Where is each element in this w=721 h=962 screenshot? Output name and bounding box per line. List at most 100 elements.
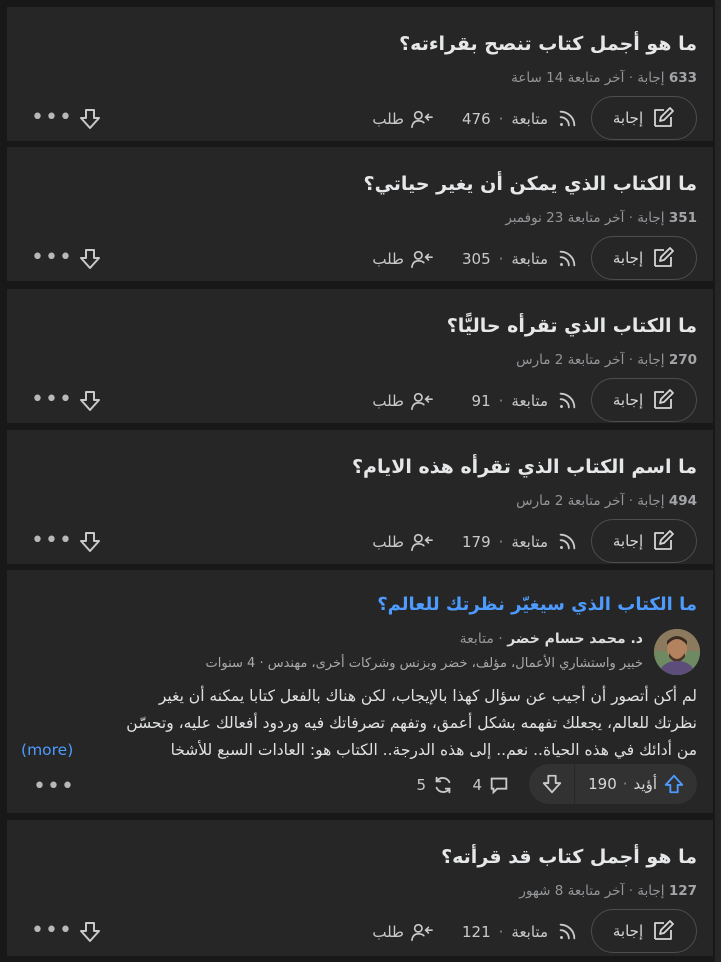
- follow-count: 179: [461, 533, 491, 551]
- request-label: طلب: [372, 250, 404, 268]
- last-follow: آخر متابعة 8 شهور: [519, 883, 625, 899]
- pencil-square-icon: [651, 388, 675, 412]
- answers-count[interactable]: 351: [669, 210, 697, 226]
- share-loop-icon: [432, 774, 454, 796]
- question-meta: 351 إجابة · آخر متابعة 23 نوفمبر: [505, 210, 697, 226]
- user-plus-icon: [410, 921, 434, 943]
- last-follow: آخر متابعة 23 نوفمبر: [505, 210, 625, 226]
- follow-label: متابعة: [511, 533, 548, 551]
- rss-icon: [556, 248, 578, 270]
- ellipsis-icon: •••: [31, 918, 73, 943]
- avatar[interactable]: [654, 629, 700, 675]
- comment-count: 4: [472, 776, 482, 794]
- user-plus-icon: [410, 108, 434, 130]
- question-title[interactable]: ما الكتاب الذي يمكن أن يغير حياتي؟: [364, 171, 697, 197]
- last-follow: آخر متابعة 2 مارس: [516, 493, 625, 509]
- arrow-down-icon: [78, 389, 102, 413]
- answers-label[interactable]: إجابة: [637, 883, 664, 899]
- follow-button[interactable]: متابعة · 476: [462, 108, 578, 130]
- rss-icon: [556, 390, 578, 412]
- downvote-button[interactable]: [77, 106, 103, 132]
- answers-count[interactable]: 494: [669, 493, 697, 509]
- more-options-button[interactable]: •••: [31, 107, 73, 129]
- answer-label: إجابة: [612, 249, 644, 267]
- arrow-down-icon: [78, 530, 102, 554]
- arrow-down-icon: [541, 773, 563, 795]
- follow-count: 476: [461, 110, 491, 128]
- downvote-button[interactable]: [77, 529, 103, 555]
- user-plus-icon: [410, 390, 434, 412]
- upvote-label: أؤيد: [633, 775, 657, 793]
- vote-bar: أؤيد · 190: [529, 764, 697, 804]
- answer-label: إجابة: [612, 532, 644, 550]
- upvote-button[interactable]: أؤيد · 190: [575, 773, 697, 795]
- question-card: ما هو أجمل كتاب قد قرأته؟ 127 إجابة · آخ…: [7, 820, 713, 956]
- last-follow: آخر متابعة 2 مارس: [516, 352, 625, 368]
- question-title[interactable]: ما اسم الكتاب الذي تقرأه هذه الايام؟: [352, 454, 697, 480]
- pencil-square-icon: [651, 919, 675, 943]
- user-plus-icon: [410, 531, 434, 553]
- answer-button[interactable]: إجابة: [591, 909, 697, 953]
- answers-label[interactable]: إجابة: [637, 210, 664, 226]
- downvote-button[interactable]: [77, 388, 103, 414]
- answer-body[interactable]: لم أكن أتصور أن أجيب عن سؤال كهذا بالإيج…: [21, 683, 697, 764]
- follow-label: متابعة: [511, 392, 548, 410]
- author-name[interactable]: د. محمد حسام خضر: [507, 631, 643, 647]
- answers-label[interactable]: إجابة: [637, 70, 664, 86]
- more-link[interactable]: (more): [21, 737, 78, 764]
- answers-count[interactable]: 127: [669, 883, 697, 899]
- answer-text: من أدائك في هذه الحياة.. نعم.. إلى هذه ا…: [170, 741, 697, 759]
- rss-icon: [556, 108, 578, 130]
- request-button[interactable]: طلب: [372, 248, 434, 270]
- author-follow[interactable]: متابعة: [460, 631, 494, 647]
- request-label: طلب: [372, 533, 404, 551]
- answer-button[interactable]: إجابة: [591, 519, 697, 563]
- downvote-button[interactable]: [77, 246, 103, 272]
- share-button[interactable]: 5: [416, 774, 454, 796]
- follow-count: 305: [461, 250, 491, 268]
- request-button[interactable]: طلب: [372, 108, 434, 130]
- answers-label[interactable]: إجابة: [637, 352, 664, 368]
- request-button[interactable]: طلب: [372, 531, 434, 553]
- question-title[interactable]: ما هو أجمل كتاب تنصح بقراءته؟: [399, 31, 697, 57]
- more-options-button[interactable]: •••: [31, 530, 73, 552]
- rss-icon: [556, 921, 578, 943]
- answers-label[interactable]: إجابة: [637, 493, 664, 509]
- arrow-down-icon: [78, 247, 102, 271]
- upvote-count: 190: [588, 775, 617, 793]
- follow-label: متابعة: [511, 250, 548, 268]
- answer-text-line: من أدائك في هذه الحياة.. نعم.. إلى هذه ا…: [21, 737, 697, 764]
- follow-label: متابعة: [511, 923, 548, 941]
- question-title[interactable]: ما هو أجمل كتاب قد قرأته؟: [441, 844, 697, 870]
- more-options-button[interactable]: •••: [31, 389, 73, 411]
- request-button[interactable]: طلب: [372, 921, 434, 943]
- follow-button[interactable]: متابعة · 305: [462, 248, 578, 270]
- follow-button[interactable]: متابعة · 179: [462, 531, 578, 553]
- follow-button[interactable]: متابعة · 121: [462, 921, 578, 943]
- request-button[interactable]: طلب: [372, 390, 434, 412]
- answer-card: ما الكتاب الذي سيغيّر نظرتك للعالم؟ د. م…: [7, 570, 713, 813]
- downvote-button[interactable]: [529, 773, 574, 795]
- answers-count[interactable]: 633: [669, 70, 697, 86]
- more-options-button[interactable]: •••: [31, 920, 73, 942]
- downvote-button[interactable]: [77, 919, 103, 945]
- author-credential: خبير واستشاري الأعمال، مؤلف، خضر وبزنس و…: [205, 656, 643, 671]
- rss-icon: [556, 531, 578, 553]
- comment-button[interactable]: 4: [472, 774, 510, 796]
- arrow-down-icon: [78, 920, 102, 944]
- pencil-square-icon: [651, 529, 675, 553]
- request-label: طلب: [372, 923, 404, 941]
- question-card: ما الكتاب الذي تقرأه حاليًّا؟ 270 إجابة …: [7, 289, 713, 423]
- answer-button[interactable]: إجابة: [591, 378, 697, 422]
- feed: ما هو أجمل كتاب تنصح بقراءته؟ 633 إجابة …: [0, 0, 715, 962]
- answer-button[interactable]: إجابة: [591, 96, 697, 140]
- more-options-button[interactable]: •••: [31, 247, 73, 269]
- question-title[interactable]: ما الكتاب الذي تقرأه حاليًّا؟: [447, 313, 697, 339]
- arrow-up-icon: [663, 773, 685, 795]
- answer-label: إجابة: [612, 922, 644, 940]
- answers-count[interactable]: 270: [669, 352, 697, 368]
- follow-button[interactable]: متابعة · 91: [472, 390, 578, 412]
- answer-button[interactable]: إجابة: [591, 236, 697, 280]
- more-options-button[interactable]: •••: [33, 776, 75, 798]
- answer-question-title[interactable]: ما الكتاب الذي سيغيّر نظرتك للعالم؟: [377, 592, 697, 618]
